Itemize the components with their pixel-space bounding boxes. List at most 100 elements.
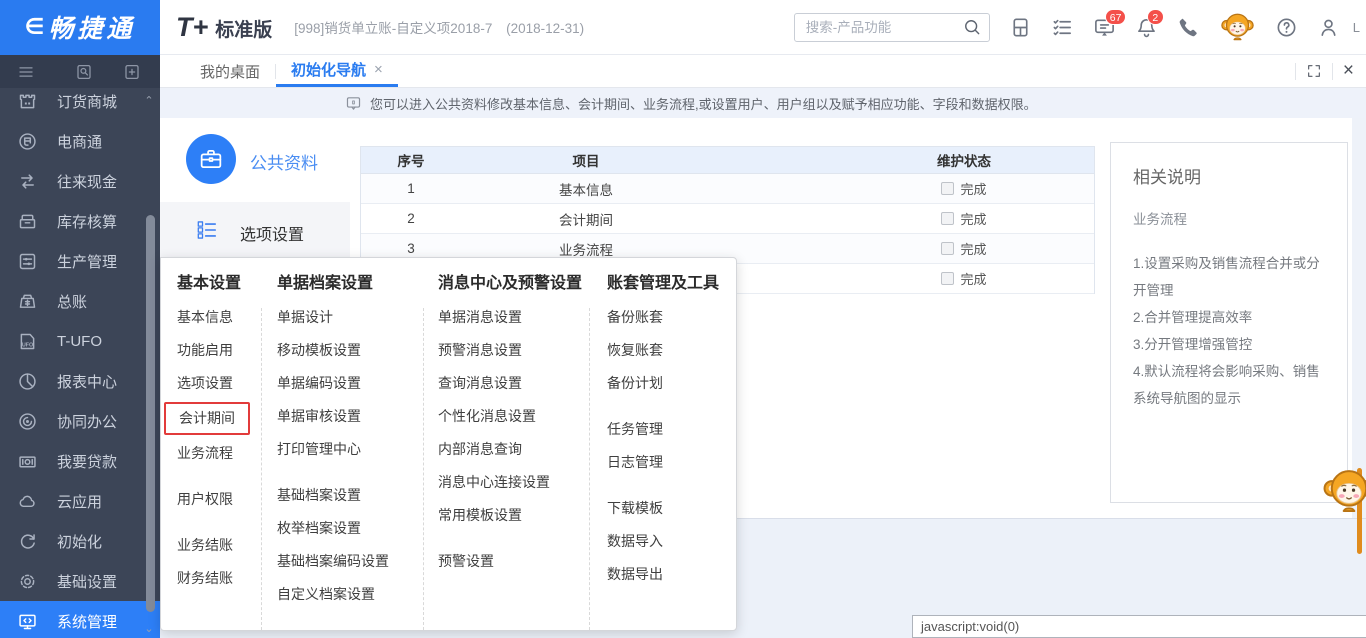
search-icon[interactable] [962,17,982,37]
sidebar-item-往来现金[interactable]: 往来现金 [0,161,160,201]
menu-item-基础档案编码设置[interactable]: 基础档案编码设置 [277,552,423,571]
menu-column-title: 单据档案设置 [277,269,424,293]
notes-title: 相关说明 [1133,163,1327,188]
sidebar-item-label: 电商通 [57,131,102,152]
doc-search-icon[interactable] [75,63,93,81]
sidebar-item-报表中心[interactable]: 报表中心 [0,361,160,401]
doc-add-icon[interactable] [123,63,141,81]
menu-item-用户权限[interactable]: 用户权限 [177,490,261,509]
menu-item-基本信息[interactable]: 基本信息 [177,308,261,327]
menu-item-单据消息设置[interactable]: 单据消息设置 [438,308,589,327]
done-checkbox[interactable] [941,272,954,285]
menu-item-业务流程[interactable]: 业务流程 [177,444,261,463]
sidebar-item-协同办公[interactable]: 协同办公 [0,401,160,441]
menu-item-基础档案设置[interactable]: 基础档案设置 [277,486,423,505]
menu-item-恢复账套[interactable]: 恢复账套 [607,341,720,360]
search-box[interactable] [794,13,990,42]
sidebar-item-label: 初始化 [57,531,102,552]
product-edition: 标准版 [215,15,272,42]
sidebar-scroll-down[interactable]: ⌄ [141,623,157,635]
tab-初始化导航[interactable]: 初始化导航× [276,55,398,87]
menu-item-单据审核设置[interactable]: 单据审核设置 [277,407,423,426]
sidebar-item-系统管理[interactable]: 系统管理 [0,601,160,638]
help-icon[interactable] [1275,16,1298,39]
message-icon[interactable]: 67 [1093,16,1116,39]
menu-item-任务管理[interactable]: 任务管理 [607,420,720,439]
svg-text:UFO: UFO [22,342,33,348]
menu-item-会计期间[interactable]: 会计期间 [177,407,261,430]
mascot-monkey-bottom[interactable] [1320,463,1366,521]
done-checkbox[interactable] [941,242,954,255]
cell-item: 会计期间 [461,209,711,229]
menu-item-消息中心连接设置[interactable]: 消息中心连接设置 [438,473,589,492]
menu-column-单据档案设置: 单据档案设置单据设计移动模板设置单据编码设置单据审核设置打印管理中心基础档案设置… [277,258,424,630]
fullscreen-icon[interactable] [1306,63,1322,79]
notes-lines: 1.设置采购及销售流程合并或分开管理2.合并管理提高效率3.分开管理增强管控4.… [1133,250,1327,412]
menu-item-财务结账[interactable]: 财务结账 [177,569,261,588]
tufo-icon: UFO [17,331,38,352]
tab-我的桌面[interactable]: 我的桌面 [185,55,275,87]
menu-item-数据导出[interactable]: 数据导出 [607,565,720,584]
menu-group: 预警设置 [438,552,589,571]
calculator-icon[interactable] [1009,16,1032,39]
done-checkbox[interactable] [941,182,954,195]
production-icon [17,251,38,272]
menu-item-下载模板[interactable]: 下载模板 [607,499,720,518]
mascot-monkey-icon[interactable] [1219,9,1256,46]
cell-item: 业务流程 [461,239,711,259]
done-checkbox[interactable] [941,212,954,225]
close-icon[interactable]: × [1343,63,1354,79]
menu-item-日志管理[interactable]: 日志管理 [607,453,720,472]
menu-item-单据设计[interactable]: 单据设计 [277,308,423,327]
info-bar: 您可以进入公共资料修改基本信息、会计期间、业务流程,或设置用户、用户组以及赋予相… [160,88,1366,118]
menu-item-移动模板设置[interactable]: 移动模板设置 [277,341,423,360]
sidebar-item-总账[interactable]: 总账 [0,281,160,321]
sidebar-item-电商通[interactable]: 电商通 [0,121,160,161]
tab-bar: 我的桌面初始化导航× × [160,55,1366,88]
search-input[interactable] [804,19,962,36]
sidebar-item-label: 生产管理 [57,251,117,272]
menu-item-业务结账[interactable]: 业务结账 [177,536,261,555]
done-label: 完成 [960,209,986,228]
menu-item-预警消息设置[interactable]: 预警消息设置 [438,341,589,360]
column-header-item: 项目 [461,150,711,170]
sidebar-item-label: 协同办公 [57,411,117,432]
nav-item-option-settings[interactable]: 选项设置 [160,202,350,258]
menu-item-备份账套[interactable]: 备份账套 [607,308,720,327]
menu-item-常用模板设置[interactable]: 常用模板设置 [438,506,589,525]
alert-bell-icon[interactable]: 2 [1135,16,1158,39]
menu-item-枚举档案设置[interactable]: 枚举档案设置 [277,519,423,538]
task-list-icon[interactable] [1051,16,1074,39]
chanjet-logo[interactable]: ∈ 畅捷通 [0,0,160,55]
menu-item-单据编码设置[interactable]: 单据编码设置 [277,374,423,393]
sidebar-item-库存核算[interactable]: 库存核算 [0,201,160,241]
sidebar-item-基础设置[interactable]: 基础设置 [0,561,160,601]
menu-item-预警设置[interactable]: 预警设置 [438,552,589,571]
menu-item-功能启用[interactable]: 功能启用 [177,341,261,360]
sidebar-item-T-UFO[interactable]: UFOT-UFO [0,321,160,361]
menu-item-内部消息查询[interactable]: 内部消息查询 [438,440,589,459]
menu-item-选项设置[interactable]: 选项设置 [177,374,261,393]
sidebar-item-云应用[interactable]: 云应用 [0,481,160,521]
sidebar-scrollbar-thumb[interactable] [146,215,155,612]
table-row-2[interactable]: 2会计期间完成 [361,204,1094,234]
sidebar-scroll-up[interactable]: ⌃ [141,95,157,107]
tab-close-icon[interactable]: × [374,61,383,78]
menu-item-自定义档案设置[interactable]: 自定义档案设置 [277,585,423,604]
user-icon[interactable] [1317,16,1340,39]
menu-collapse-icon[interactable] [17,63,35,81]
menu-item-打印管理中心[interactable]: 打印管理中心 [277,440,423,459]
sidebar-item-初始化[interactable]: 初始化 [0,521,160,561]
table-row-1[interactable]: 1基本信息完成 [361,174,1094,204]
app-header: ∈ 畅捷通 T+ 标准版 [998]销货单立账-自定义项2018-7 (2018… [0,0,1366,55]
menu-item-查询消息设置[interactable]: 查询消息设置 [438,374,589,393]
menu-item-数据导入[interactable]: 数据导入 [607,532,720,551]
nav-item-public-data[interactable]: 公共资料 [160,118,350,202]
sidebar-item-生产管理[interactable]: 生产管理 [0,241,160,281]
done-label: 完成 [960,179,986,198]
menu-item-个性化消息设置[interactable]: 个性化消息设置 [438,407,589,426]
sidebar-item-我要贷款[interactable]: 我要贷款 [0,441,160,481]
phone-icon[interactable] [1177,16,1200,39]
menu-item-备份计划[interactable]: 备份计划 [607,374,720,393]
briefcase-icon [186,134,236,184]
